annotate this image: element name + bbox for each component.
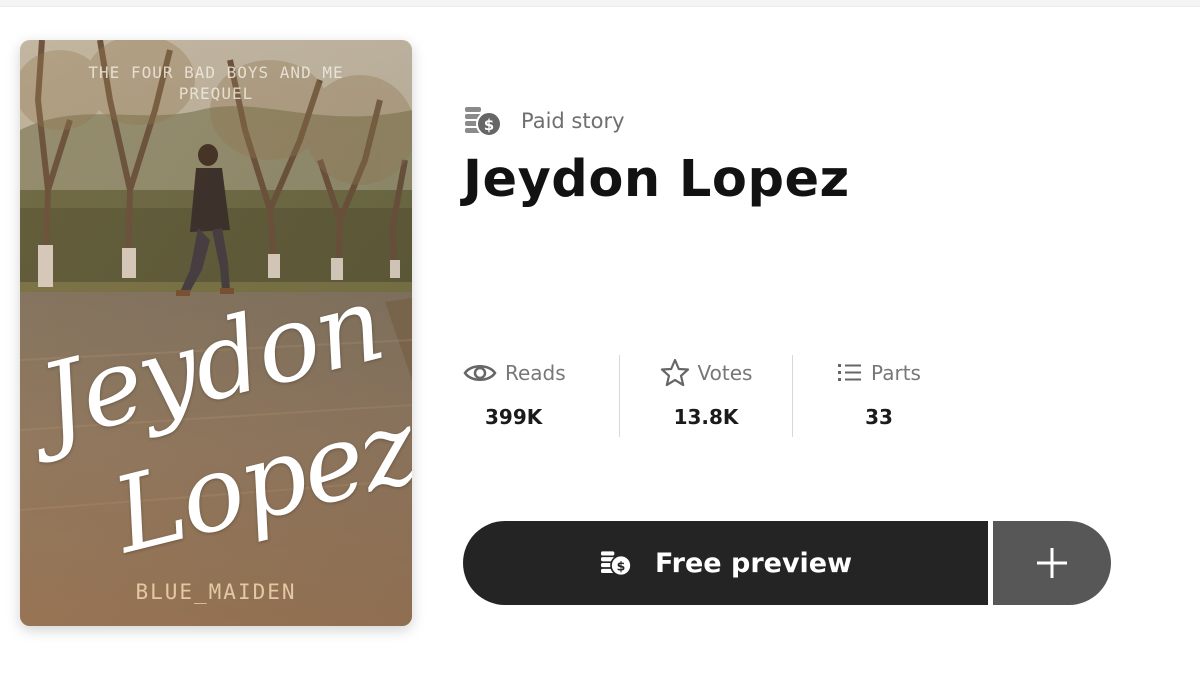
votes-label: Votes <box>697 361 753 385</box>
coins-icon: $ <box>465 107 502 137</box>
add-to-library-button[interactable] <box>993 521 1111 605</box>
svg-text:$: $ <box>484 116 494 134</box>
cover-series-line-2: Prequel <box>178 84 254 103</box>
paid-story-label: Paid story <box>521 109 625 133</box>
coins-icon: $ <box>600 551 632 577</box>
cover-series-title: The Four Bad Boys and Me Prequel <box>20 62 412 104</box>
reads-label-row: Reads <box>463 355 566 391</box>
cover-series-line-1: The Four Bad Boys and Me <box>88 63 344 82</box>
eye-icon <box>463 365 497 381</box>
free-preview-label: Free preview <box>654 547 853 579</box>
svg-text:$: $ <box>617 559 626 574</box>
story-title: Jeydon Lopez <box>463 150 850 209</box>
story-stats: Reads 399K Votes 13.8K Parts 33 <box>463 355 949 440</box>
stats-divider <box>619 355 620 437</box>
parts-stat: Parts 33 <box>809 355 949 440</box>
parts-label-row: Parts <box>837 355 921 391</box>
votes-stat: Votes 13.8K <box>636 355 776 440</box>
reads-value: 399K <box>485 405 543 429</box>
star-icon <box>660 358 689 387</box>
list-icon <box>838 364 862 381</box>
paid-story-indicator: $ Paid story <box>463 103 625 139</box>
plus-icon <box>1037 548 1067 578</box>
book-cover[interactable]: The Four Bad Boys and Me Prequel Jeydon … <box>20 40 412 626</box>
stats-divider <box>792 355 793 437</box>
parts-value: 33 <box>865 405 893 429</box>
cover-author: BLUE_MAIDEN <box>135 580 297 604</box>
reads-stat: Reads 399K <box>463 355 603 440</box>
parts-label: Parts <box>871 361 921 385</box>
action-buttons: $ Free preview <box>463 521 1111 605</box>
reads-label: Reads <box>505 361 566 385</box>
free-preview-button[interactable]: $ Free preview <box>463 521 988 605</box>
votes-label-row: Votes <box>660 355 753 391</box>
top-divider <box>0 0 1200 7</box>
votes-value: 13.8K <box>673 405 739 429</box>
